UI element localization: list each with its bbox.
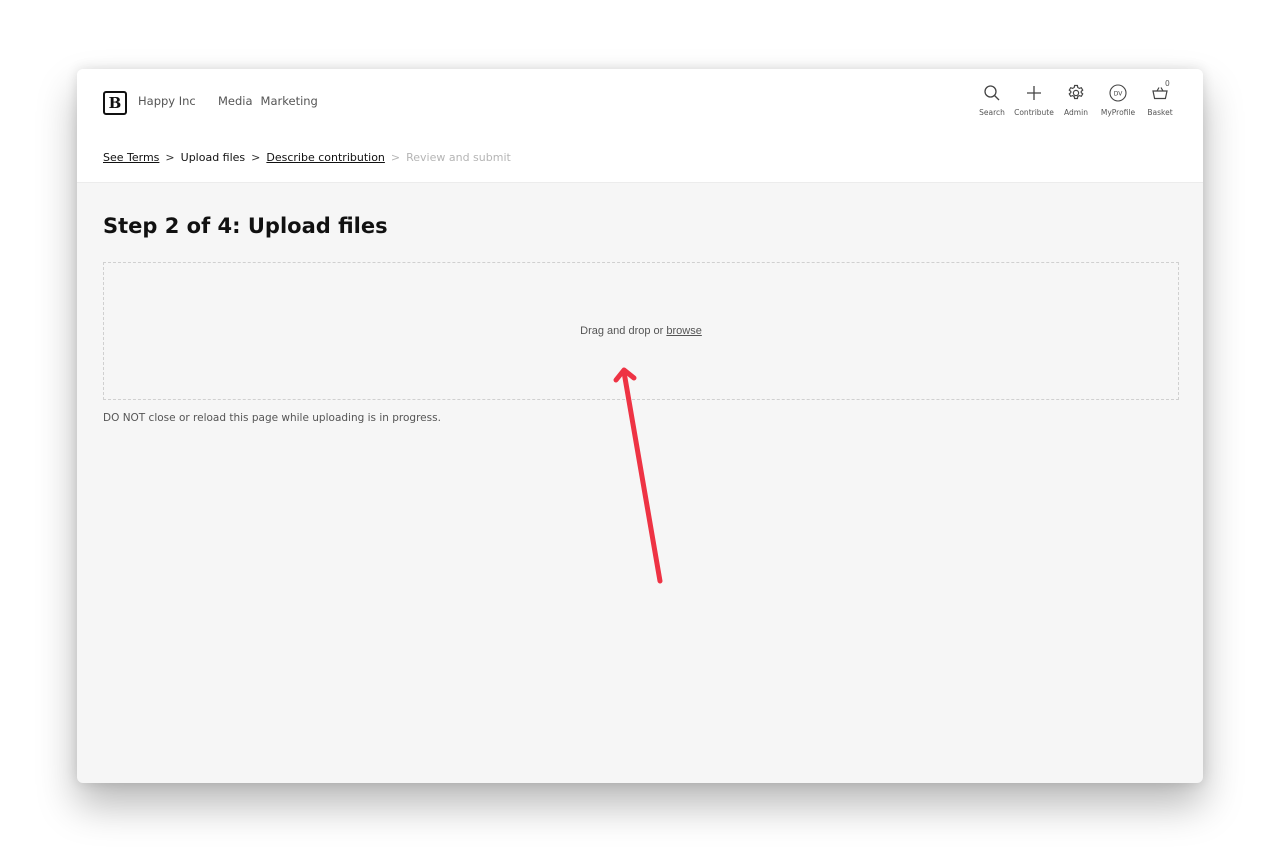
breadcrumb-separator: > xyxy=(390,151,401,164)
basket-label: Basket xyxy=(1147,108,1173,117)
nav-item-media[interactable]: Media xyxy=(218,94,253,108)
breadcrumb-separator: > xyxy=(165,151,175,164)
gear-icon xyxy=(1068,84,1084,100)
dropzone-text: Drag and drop or browse xyxy=(580,325,702,337)
breadcrumb-separator: > xyxy=(251,151,261,164)
main-nav: Media Marketing xyxy=(218,94,318,108)
contribute-button[interactable]: Contribute xyxy=(1013,83,1055,117)
search-label: Search xyxy=(979,108,1005,117)
basket-button[interactable]: 0 Basket xyxy=(1139,79,1181,117)
contribute-label: Contribute xyxy=(1014,108,1054,117)
header-tools: Search Contribute Admin DV MyProfile 0 B… xyxy=(971,79,1181,117)
avatar-initials: DV xyxy=(1114,90,1124,97)
brand-name[interactable]: Happy Inc xyxy=(138,94,196,108)
breadcrumb: See Terms > Upload files > Describe cont… xyxy=(103,151,511,164)
admin-label: Admin xyxy=(1064,108,1088,117)
upload-warning: DO NOT close or reload this page while u… xyxy=(103,412,441,424)
search-icon xyxy=(984,85,1000,101)
logo-icon[interactable]: B xyxy=(103,91,127,115)
nav-item-marketing[interactable]: Marketing xyxy=(261,94,318,108)
breadcrumb-upload-files: Upload files xyxy=(180,151,246,164)
avatar-icon: DV xyxy=(1109,84,1127,102)
myprofile-label: MyProfile xyxy=(1100,108,1136,117)
page-title: Step 2 of 4: Upload files xyxy=(103,214,388,238)
file-dropzone[interactable]: Drag and drop or browse xyxy=(103,262,1179,400)
search-button[interactable]: Search xyxy=(971,83,1013,117)
breadcrumb-describe-contribution[interactable]: Describe contribution xyxy=(266,151,385,164)
myprofile-button[interactable]: DV MyProfile xyxy=(1097,83,1139,117)
app-window: B Happy Inc Media Marketing Search Contr… xyxy=(77,69,1203,783)
dropzone-instruction: Drag and drop or xyxy=(580,325,664,337)
breadcrumb-see-terms[interactable]: See Terms xyxy=(103,151,159,164)
header: B Happy Inc Media Marketing Search Contr… xyxy=(77,69,1203,183)
browse-link[interactable]: browse xyxy=(666,325,701,337)
breadcrumb-review-submit: Review and submit xyxy=(406,151,511,164)
admin-button[interactable]: Admin xyxy=(1055,83,1097,117)
basket-count-badge: 0 xyxy=(1165,79,1170,88)
plus-icon xyxy=(1027,86,1041,100)
